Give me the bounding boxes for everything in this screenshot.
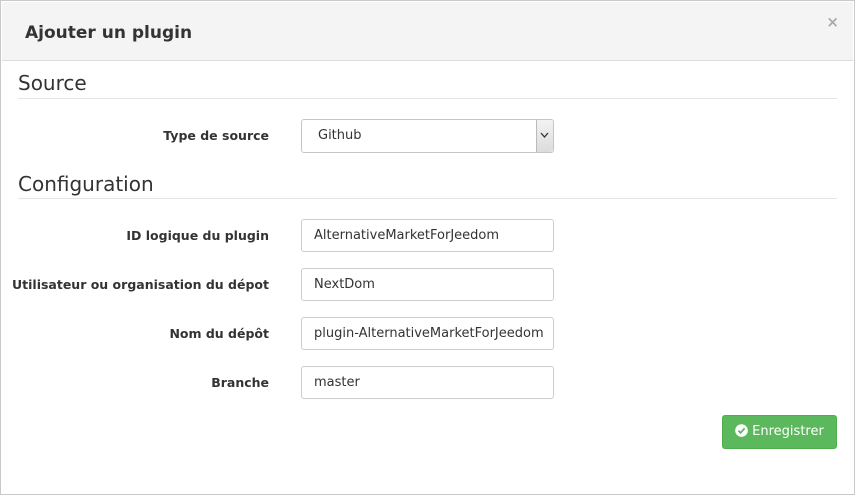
repo-owner-label: Utilisateur ou organisation du dépot [12, 277, 269, 292]
save-button-label: Enregistrer [752, 424, 824, 439]
modal-title: Ajouter un plugin [25, 23, 193, 43]
section-divider-source [18, 98, 837, 99]
repo-name-input[interactable] [301, 317, 554, 350]
section-title-source: Source [18, 71, 87, 95]
modal-header: Ajouter un plugin × [2, 2, 853, 61]
source-type-select[interactable]: Github [301, 119, 554, 153]
add-plugin-modal: Ajouter un plugin × Source Type de sourc… [0, 0, 855, 495]
section-divider-configuration [18, 198, 837, 199]
plugin-id-label: ID logique du plugin [126, 228, 269, 243]
repo-name-label: Nom du dépôt [169, 326, 269, 341]
branch-label: Branche [211, 375, 269, 390]
section-title-configuration: Configuration [18, 172, 154, 196]
save-button[interactable]: Enregistrer [722, 415, 837, 449]
branch-input[interactable] [301, 366, 554, 399]
chevron-down-icon [540, 132, 549, 138]
check-circle-icon [735, 424, 748, 437]
plugin-id-input[interactable] [301, 219, 554, 252]
source-type-label: Type de source [163, 128, 269, 143]
close-icon[interactable]: × [826, 12, 839, 32]
select-arrow-button[interactable] [536, 120, 553, 152]
repo-owner-input[interactable] [301, 268, 554, 301]
source-type-value: Github [318, 128, 362, 143]
